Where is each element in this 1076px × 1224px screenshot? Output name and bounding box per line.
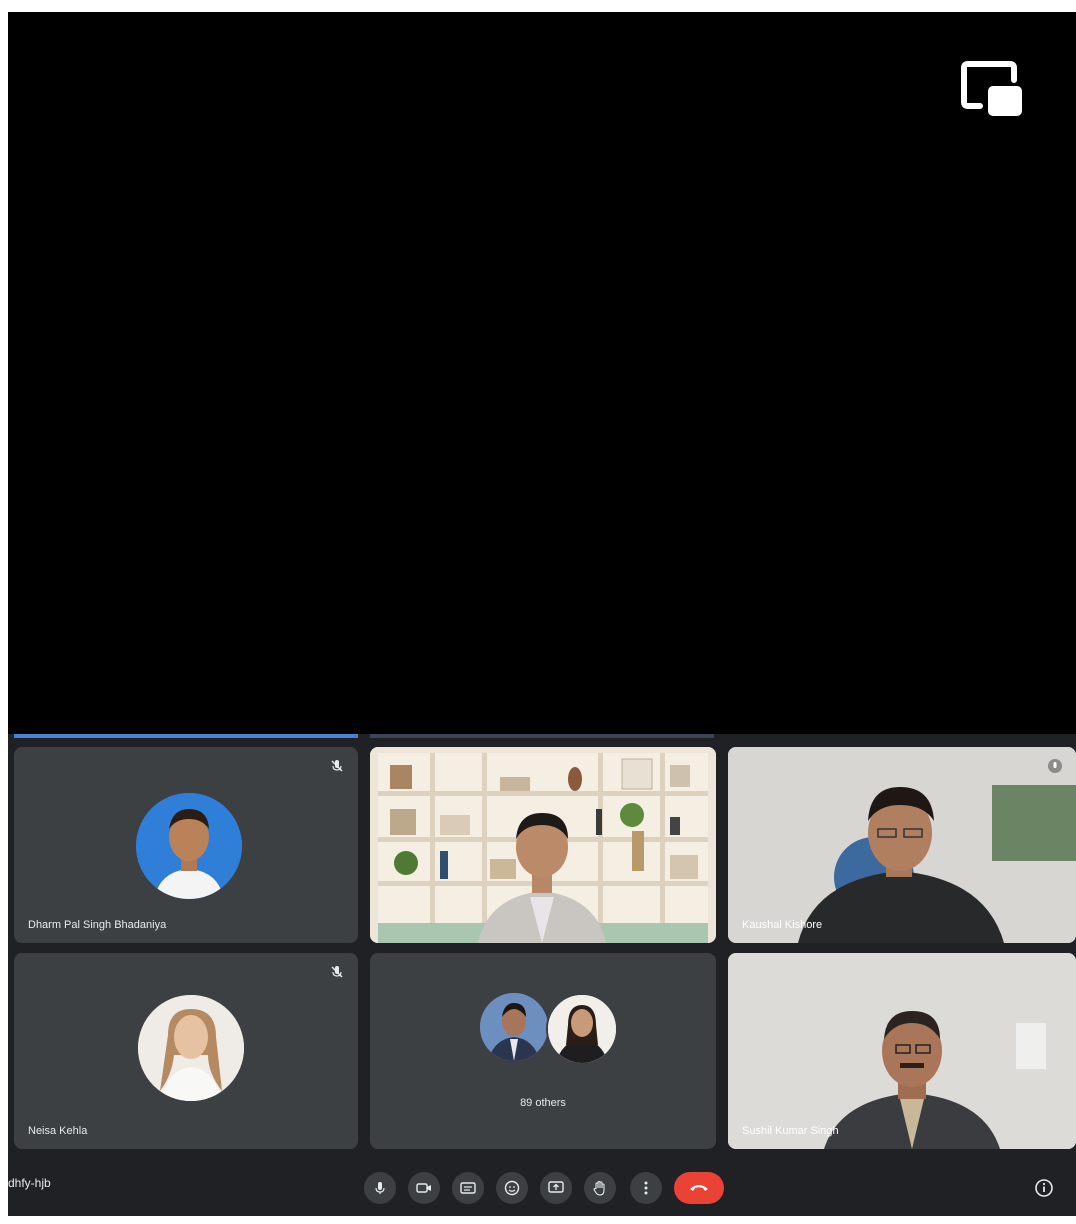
call-toolbar: dhfy-hjb: [8, 1154, 1076, 1216]
tile-highlight-bar: [370, 734, 714, 738]
avatar: [480, 993, 548, 1061]
mic-off-icon: [331, 966, 343, 978]
mic-button[interactable]: [364, 1172, 396, 1204]
participant-name: Neisa Kehla: [28, 1125, 88, 1137]
emoji-icon: [504, 1180, 520, 1196]
others-tile[interactable]: 89 others: [370, 953, 716, 1149]
avatar: [136, 793, 242, 899]
more-options-button[interactable]: [630, 1172, 662, 1204]
participant-video: [370, 747, 716, 943]
picture-in-picture-icon[interactable]: [958, 58, 1022, 120]
end-call-button[interactable]: [674, 1172, 724, 1204]
camera-icon: [416, 1183, 431, 1193]
mic-icon: [375, 1182, 385, 1194]
present-icon: [548, 1181, 564, 1193]
raise-hand-button[interactable]: [584, 1172, 616, 1204]
participant-name: Kaushal Kishore: [742, 919, 823, 931]
meeting-info-button[interactable]: [1032, 1176, 1056, 1200]
present-button[interactable]: [540, 1172, 572, 1204]
tile-highlight-bar: [14, 734, 358, 738]
video-call-frame: Dharm Pal Singh Bhadaniya Kaushal Kishor…: [8, 12, 1076, 1216]
others-count-label: 89 others: [520, 1097, 566, 1109]
participant-tile[interactable]: Dharm Pal Singh Bhadaniya: [14, 747, 358, 943]
camera-button[interactable]: [408, 1172, 440, 1204]
captions-button[interactable]: [452, 1172, 484, 1204]
participant-video: [728, 953, 1076, 1149]
mic-off-icon: [1048, 759, 1062, 773]
avatar: [138, 995, 244, 1101]
meeting-code: dhfy-hjb: [8, 1176, 51, 1190]
participant-tile[interactable]: Sushil Kumar Singh: [728, 953, 1076, 1149]
participant-tile[interactable]: Neisa Kehla: [14, 953, 358, 1149]
end-call-icon: [690, 1185, 708, 1191]
raise-hand-icon: [593, 1180, 605, 1196]
participant-video: [728, 747, 1076, 943]
participant-tile[interactable]: [370, 747, 716, 943]
avatar: [546, 993, 618, 1065]
more-options-icon: [644, 1181, 648, 1195]
participant-name: Sushil Kumar Singh: [742, 1125, 839, 1137]
info-icon: [1035, 1179, 1053, 1197]
emoji-button[interactable]: [496, 1172, 528, 1204]
participant-tile[interactable]: Kaushal Kishore: [728, 747, 1076, 943]
participant-name: Dharm Pal Singh Bhadaniya: [28, 919, 167, 931]
mic-off-icon: [331, 760, 343, 772]
captions-icon: [460, 1182, 476, 1194]
